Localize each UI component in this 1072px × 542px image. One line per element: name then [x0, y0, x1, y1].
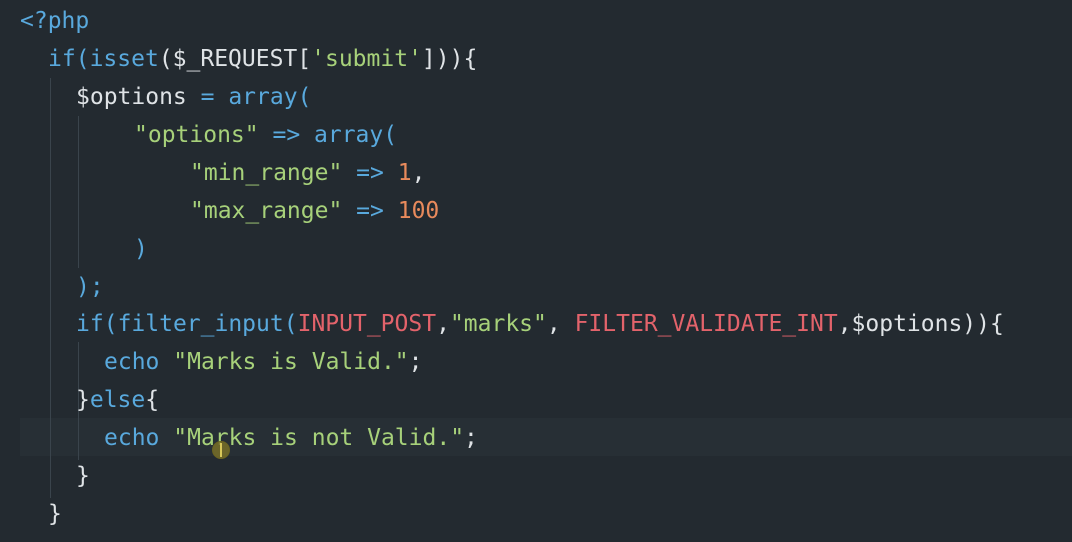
code-token: "Marks is Valid." — [173, 349, 409, 375]
code-token: 1 — [397, 160, 412, 186]
code-token: } — [76, 463, 90, 489]
code-token: ( — [283, 311, 298, 337]
code-token: FILTER_VALIDATE_INT — [574, 311, 838, 337]
code-token: , — [411, 160, 426, 186]
code-token: , — [546, 311, 575, 337]
code-line-2[interactable]: if(isset($_REQUEST['submit'])){ — [48, 40, 477, 78]
code-line-3[interactable]: $options = array( — [76, 78, 311, 116]
code-line-1[interactable]: <?php — [20, 2, 89, 40]
code-token: ( — [297, 84, 312, 110]
code-line-5[interactable]: "min_range" => 1, — [190, 154, 425, 192]
code-token: = — [186, 84, 229, 110]
code-token: 100 — [397, 198, 440, 224]
code-token: ( — [75, 46, 90, 72]
code-token: => — [342, 160, 398, 186]
code-line-10[interactable]: echo "Marks is Valid."; — [104, 343, 423, 381]
code-token: { — [145, 387, 160, 413]
code-line-12[interactable]: echo "Marks is not Valid."; — [104, 419, 478, 457]
code-token: , — [436, 311, 450, 337]
code-token: "options" — [134, 122, 259, 148]
code-token: ; — [408, 349, 423, 375]
code-token: ) — [134, 236, 148, 262]
code-line-11[interactable]: }else{ — [76, 381, 159, 419]
code-token: ($_REQUEST[ — [158, 46, 312, 72]
code-token: else — [89, 387, 146, 413]
code-token: 'submit' — [311, 46, 422, 72]
code-token: echo — [104, 425, 160, 451]
code-token: if — [48, 46, 76, 72]
code-token: "marks" — [449, 311, 547, 337]
code-token: ( — [383, 122, 398, 148]
code-line-7[interactable]: ) — [134, 230, 148, 268]
code-line-8[interactable]: ); — [76, 268, 104, 306]
code-token: } — [48, 501, 62, 527]
code-token: ])){ — [421, 46, 478, 72]
code-token: filter_input — [117, 311, 284, 337]
code-token: "max_range" — [190, 198, 343, 224]
indent-guide — [78, 116, 79, 268]
code-token: "min_range" — [190, 160, 343, 186]
indent-guide — [50, 78, 51, 498]
code-token: array — [314, 122, 384, 148]
code-line-14[interactable]: } — [48, 495, 62, 533]
code-token: isset — [89, 46, 159, 72]
code-token: array — [228, 84, 298, 110]
code-line-9[interactable]: if(filter_input(INPUT_POST,"marks", FILT… — [76, 305, 1004, 343]
code-token: $options — [76, 84, 187, 110]
code-token: if — [76, 311, 104, 337]
code-token: INPUT_POST — [297, 311, 437, 337]
code-token: <?php — [20, 8, 90, 34]
code-token: => — [258, 122, 315, 148]
code-token: => — [342, 198, 398, 224]
code-token: echo — [104, 349, 160, 375]
code-editor[interactable]: <?php if(isset($_REQUEST['submit'])){ $o… — [0, 0, 1072, 542]
code-line-4[interactable]: "options" => array( — [134, 116, 397, 154]
code-line-6[interactable]: "max_range" => 100 — [190, 192, 439, 230]
code-token: } — [76, 387, 90, 413]
code-token: ; — [464, 425, 478, 451]
code-token: ( — [103, 311, 118, 337]
code-token: ,$options)){ — [837, 311, 1004, 337]
code-line-13[interactable]: } — [76, 457, 90, 495]
code-token: ); — [76, 274, 104, 300]
text-cursor-icon — [220, 443, 222, 457]
